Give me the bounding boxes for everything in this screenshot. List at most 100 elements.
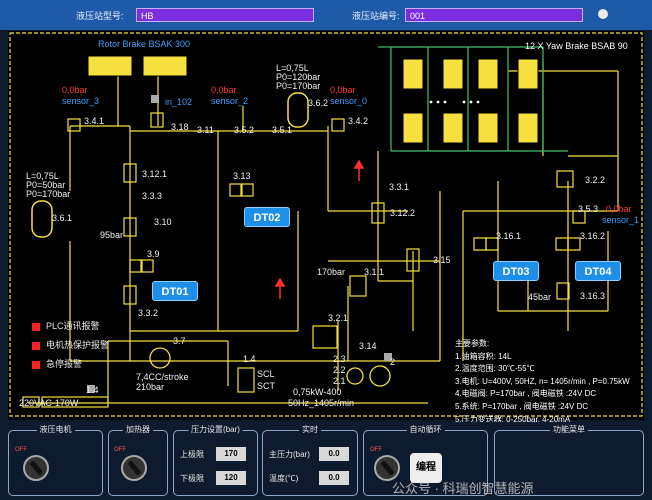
label-3-1-1: 3.1.1 [364,267,385,277]
lower-limit-label: 下极限 [180,474,204,483]
station-model-field[interactable]: HB [136,8,314,22]
lower-limit-input[interactable]: 120 [216,471,246,485]
off-label: OFF [15,447,27,453]
label-3-2-2: 3.2.2 [585,175,606,185]
off-label: OFF [370,447,382,453]
dt04-box[interactable]: DT04 [575,261,621,281]
label-45bar: 45bar [528,292,552,302]
upper-limit-label: 上极限 [180,450,204,459]
power-label: 220VAC-170W [19,398,79,408]
label-3-3-2: 3.3.2 [138,308,159,318]
label-3-16-1: 3.16.1 [496,231,522,241]
alarm-plc: PLC通讯报警 [32,319,100,332]
label-3-5-1: 3.5.1 [272,125,293,135]
label-1-4-a: 1.4 [243,354,256,364]
scl-label: SCL [257,369,275,379]
temperature-value: 0.0 [319,471,349,485]
sensor-1-name: sensor_1 [602,215,640,225]
panel-hydraulic-motor: 液压电机 OFF [8,424,103,496]
label-3-15: 3.15 [433,255,451,265]
sensor-0-name: sensor_0 [330,96,368,106]
pump-spec-2: 210bar [136,382,165,392]
label-3-14: 3.14 [359,341,377,351]
sensor-0-value: 0,0bar [330,85,356,95]
label-3-10: 3.10 [154,217,172,227]
panel-pressure-setting: 压力设置(bar) 上极限 170 下极限 120 [173,424,258,496]
sensor-2-value: 0,0bar [211,85,237,95]
station-id-label: 液压站编号: [352,11,400,21]
label-3-6-2: 3.6.2 [308,98,329,108]
label-3-7: 3.7 [173,336,186,346]
params-line: 2.温度范围: 30℃-55℃ [455,364,535,374]
label-3-5-3: 3.5.3 [578,204,599,214]
label-1-4-b: 1.4 [86,385,99,395]
pump-spec-1: 7,4CC/stroke [136,372,189,382]
label-3-16-2: 3.16.2 [580,231,606,241]
params-line: 4.电磁阀: P=170bar , 阀电磁铁 :24V DC [455,389,597,399]
panel-realtime: 实时 主压力(bar) 0.0 温度(℃) 0.0 [262,424,358,496]
label-3-3-3: 3.3.3 [142,191,163,201]
label-in-102: in_102 [165,97,193,107]
control-panel: 液压电机 OFF 加热器 OFF 压力设置(bar) 上极限 170 下极限 1… [0,422,652,500]
dt03-box[interactable]: DT03 [493,261,539,281]
watermark-text: 公众号 · 科瑞创智慧能源 [392,481,534,496]
pressure-label: 主压力(bar) [269,450,310,459]
sensor-3-name: sensor_3 [62,96,100,106]
label-2-1: 2.1 [333,376,346,386]
status-dot-icon [598,9,608,19]
motor-spec-1: 0,75kW-400 [293,387,342,397]
label-3-4-2: 3.4.2 [348,116,369,126]
motor-spec-2: 50Hz_1405r/min [288,398,355,408]
panel-title: 自动循环 [406,424,445,435]
label-3-13: 3.13 [233,171,251,181]
label-2: 2 [390,357,396,367]
params-line: 3.电机: U=400V, 50HZ, n= 1405r/min , P=0.7… [455,376,630,386]
acc-2-p: P0=170bar [26,189,71,199]
heater-switch-knob[interactable] [121,455,147,481]
dt01-box[interactable]: DT01 [152,281,198,301]
sensor-1-value: 0,0bar [606,204,632,214]
sensor-2-name: sensor_2 [211,96,249,106]
alarm-motor-thermal: 电机热保护报警 [32,338,109,351]
label-3-6-1: 3.6.1 [52,213,73,223]
alarm-estop: 急停报警 [32,357,82,370]
sct-label: SCT [257,381,275,391]
acc-1-p: P0=170bar [276,81,321,91]
label-170bar: 170bar [317,267,346,277]
alarm-indicator-icon [32,341,40,350]
label-2-3: 2.3 [333,354,346,364]
header-bar: 液压站型号: HB 液压站编号: 001 [0,0,652,30]
panel-title: 实时 [299,424,321,435]
params-title: 主要参数: [455,339,490,348]
station-id-field[interactable]: 001 [405,8,583,22]
label-3-12-2: 3.12.2 [390,208,416,218]
alarm-indicator-icon [32,360,40,369]
temperature-label: 温度(℃) [269,474,299,483]
label-3-3-1: 3.3.1 [389,182,410,192]
pressure-value: 0.0 [319,447,349,461]
label-3-11: 3.11 [197,125,214,135]
alarm-indicator-icon [32,322,40,331]
label-95bar: 95bar [100,230,124,240]
station-model-label: 液压站型号: [76,11,124,21]
upper-limit-input[interactable]: 170 [216,447,246,461]
label-3-4-1: 3.4.1 [84,116,105,126]
params-line: 1.油箱容积: 14L [455,351,512,361]
label-3-16-3: 3.16.3 [580,291,606,301]
panel-title: 压力设置(bar) [188,424,243,435]
label-3-5-2: 3.5.2 [234,125,255,135]
hydraulic-diagram: Rotor Brake BSAK 300 12 X Yaw Brake BSAB… [8,31,644,424]
label-3-12-1: 3.12.1 [142,169,168,179]
label-3-18: 3.18 [171,122,189,132]
label-3-9: 3.9 [147,249,160,259]
sensor-3-value: 0,0bar [62,85,88,95]
off-label: OFF [114,447,126,453]
dt02-box[interactable]: DT02 [244,207,290,227]
panel-heater: 加热器 OFF [108,424,168,496]
motor-switch-knob[interactable] [23,455,49,481]
panel-title: 加热器 [123,424,153,435]
rotor-brake-title: Rotor Brake BSAK 300 [98,39,191,49]
panel-title: 功能菜单 [550,424,588,435]
main-parameters: 主要参数: 1.油箱容积: 14L 2.温度范围: 30℃-55℃ 3.电机: … [455,338,635,426]
params-line: 5.系统: P=170bar , 阀电磁铁 :24V DC [455,401,589,411]
